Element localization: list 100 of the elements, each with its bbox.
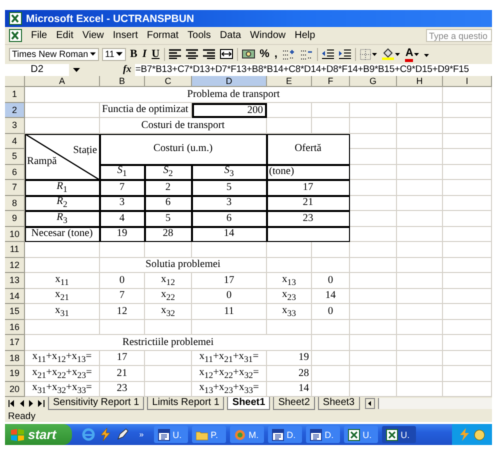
menu-item[interactable]: View: [82, 30, 104, 41]
table-cell: [350, 149, 397, 164]
table-cell: [397, 382, 443, 397]
row-header[interactable]: 4: [5, 134, 25, 149]
table-cell: x$_{12}$+x$_{22}$+x$_{32}$=: [192, 366, 267, 382]
last-sheet-icon[interactable]: [37, 400, 45, 407]
menu-item[interactable]: Tools: [188, 30, 211, 41]
table-cell: 23: [100, 382, 145, 397]
caret-icon: [116, 52, 123, 56]
circle-icon[interactable]: [473, 428, 486, 441]
percent-button[interactable]: %: [258, 47, 270, 61]
more-icons-button[interactable]: »: [139, 430, 144, 439]
column-header[interactable]: F: [312, 76, 350, 87]
column-header[interactable]: B: [100, 76, 145, 87]
taskbar-button[interactable]: P.: [192, 426, 226, 443]
table-cell: 23: [267, 211, 350, 226]
first-sheet-icon[interactable]: [8, 400, 16, 407]
underline-button[interactable]: U: [150, 47, 161, 61]
align-left-button[interactable]: [168, 48, 182, 60]
bold-button[interactable]: B: [129, 47, 138, 61]
table-cell: [443, 180, 492, 196]
menu-item[interactable]: Edit: [56, 30, 74, 41]
row-header[interactable]: 16: [5, 320, 25, 335]
browser-icon[interactable]: [82, 428, 96, 441]
taskbar-button[interactable]: U.: [154, 426, 188, 443]
row-header[interactable]: 1: [5, 87, 25, 102]
merge-button[interactable]: [218, 48, 234, 60]
menu-item[interactable]: File: [31, 30, 48, 41]
increase-indent-button[interactable]: [338, 48, 352, 60]
dropdown-arrow-icon[interactable]: [73, 68, 80, 72]
row-header[interactable]: 11: [5, 242, 25, 258]
increase-decimal-button[interactable]: [281, 48, 296, 60]
insert-function-button[interactable]: fx: [123, 64, 132, 75]
fill-color-button[interactable]: [381, 47, 402, 61]
row-header[interactable]: 5: [5, 149, 25, 164]
name-box[interactable]: D2: [5, 64, 69, 76]
formula-field[interactable]: =B7*B13+C7*D13+D7*F13+B8*B14+C8*D14+D8*F14+B9*B15+C9*D15+D9*F15: [135, 64, 492, 76]
next-sheet-icon[interactable]: [28, 400, 34, 407]
row-header[interactable]: 17: [5, 335, 25, 350]
taskbar-button[interactable]: D.: [268, 426, 302, 443]
sheet-tab[interactable]: Sheet1: [227, 397, 270, 410]
row-header[interactable]: 10: [5, 226, 25, 242]
row-header[interactable]: 14: [5, 288, 25, 304]
column-header[interactable]: C: [145, 76, 192, 87]
column-header[interactable]: A: [25, 76, 100, 87]
scroll-left-icon[interactable]: [364, 398, 375, 409]
taskbar-button[interactable]: U.: [382, 426, 416, 443]
previous-sheet-icon[interactable]: [19, 400, 25, 407]
column-header[interactable]: D: [192, 76, 267, 87]
menu-item[interactable]: Help: [294, 30, 316, 41]
menu-item[interactable]: Window: [250, 30, 286, 41]
spreadsheet-icon[interactable]: [9, 29, 22, 42]
table-cell: Ofertă: [267, 134, 350, 164]
center-button[interactable]: [184, 48, 199, 60]
row-header[interactable]: 19: [5, 366, 25, 382]
menu-item[interactable]: Data: [220, 30, 242, 41]
menu-item[interactable]: Insert: [112, 30, 138, 41]
row-header[interactable]: 9: [5, 211, 25, 226]
table-cell: 14: [312, 288, 350, 304]
column-header[interactable]: H: [397, 76, 443, 87]
row-header[interactable]: 15: [5, 304, 25, 320]
column-header[interactable]: G: [350, 76, 397, 87]
table-cell: [397, 273, 443, 288]
horizontal-scrollbar[interactable]: [378, 398, 492, 409]
row-header[interactable]: 7: [5, 180, 25, 196]
sheet-tab[interactable]: Sheet3: [318, 397, 360, 410]
menu-item[interactable]: Format: [146, 30, 179, 41]
taskbar-button[interactable]: U.: [344, 426, 378, 443]
column-header[interactable]: E: [267, 76, 312, 87]
font-size-dropdown[interactable]: 11: [102, 48, 126, 60]
borders-button[interactable]: [359, 48, 378, 60]
row-header[interactable]: 2: [5, 102, 25, 118]
column-header[interactable]: I: [443, 76, 492, 87]
table-cell: x$_{31}$+x$_{32}$+x$_{33}$=: [25, 382, 100, 397]
align-right-button[interactable]: [202, 48, 216, 60]
sheet-tab[interactable]: Sensitivity Report 1: [48, 397, 144, 410]
pen-icon[interactable]: [116, 428, 130, 441]
table-cell: [350, 304, 397, 320]
table-cell: [397, 196, 443, 211]
font-dropdown[interactable]: Times New Roman: [9, 48, 99, 60]
taskbar-button[interactable]: M.: [230, 426, 264, 443]
taskbar-button[interactable]: D.: [306, 426, 340, 443]
row-header[interactable]: 18: [5, 350, 25, 366]
currency-button[interactable]: [240, 47, 256, 61]
row-header[interactable]: 13: [5, 273, 25, 288]
italic-button[interactable]: I: [141, 47, 148, 61]
decrease-indent-button[interactable]: [321, 48, 336, 60]
row-header[interactable]: 3: [5, 118, 25, 134]
help-search-field[interactable]: Type a questio: [426, 29, 492, 42]
table-cell: [350, 273, 397, 288]
sheet-tab[interactable]: Sheet2: [273, 397, 315, 410]
row-header[interactable]: 12: [5, 258, 25, 273]
comma-button[interactable]: ,: [273, 47, 278, 61]
row-header[interactable]: 20: [5, 382, 25, 397]
decrease-decimal-button[interactable]: [299, 48, 314, 60]
row-header[interactable]: 6: [5, 164, 25, 180]
sheet-tab[interactable]: Limits Report 1: [147, 397, 224, 410]
table-cell: [312, 350, 350, 366]
row-header[interactable]: 8: [5, 196, 25, 211]
table-cell: [443, 226, 492, 242]
